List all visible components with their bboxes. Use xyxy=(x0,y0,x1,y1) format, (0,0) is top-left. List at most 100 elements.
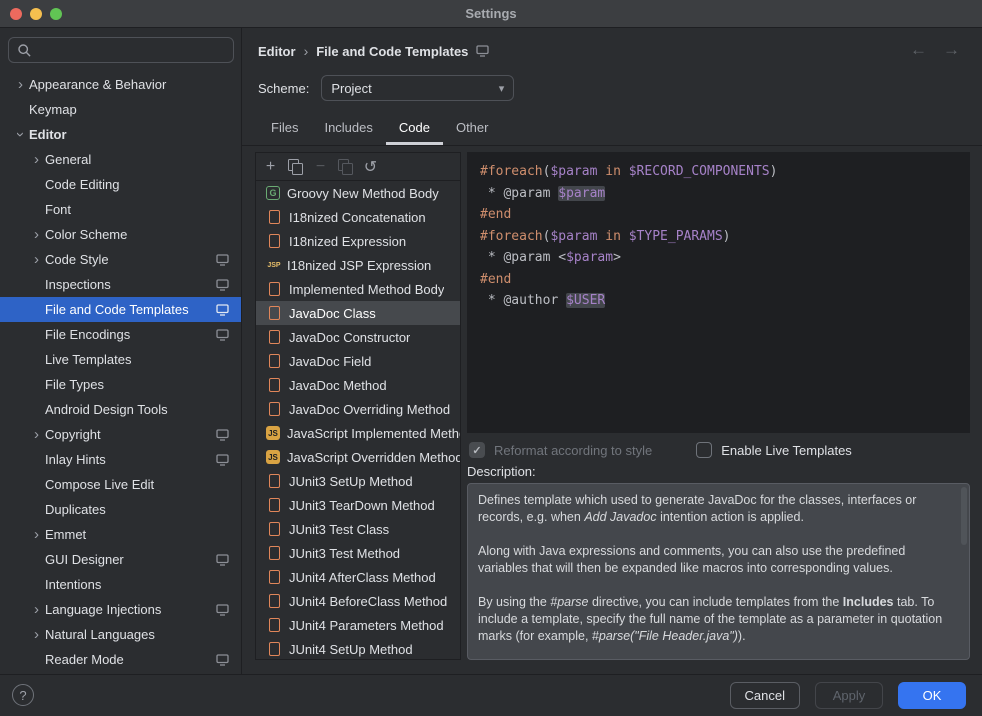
chevron-right-icon[interactable]: › xyxy=(28,602,45,617)
template-item-junit4-setup-method[interactable]: JUnit4 SetUp Method xyxy=(256,637,460,660)
tab-code[interactable]: Code xyxy=(386,112,443,145)
description-box[interactable]: Defines template which used to generate … xyxy=(467,483,970,660)
zoom-button[interactable] xyxy=(50,8,62,20)
sidebar-item-keymap[interactable]: Keymap xyxy=(0,97,241,122)
template-item-junit4-beforeclass-method[interactable]: JUnit4 BeforeClass Method xyxy=(256,589,460,613)
template-item-label: JavaScript Overridden Method xyxy=(287,450,460,465)
scrollbar-thumb[interactable] xyxy=(961,487,967,545)
template-editor[interactable]: #foreach($param in $RECORD_COMPONENTS) *… xyxy=(467,152,970,433)
reset-template-icon[interactable]: ↺ xyxy=(358,155,383,179)
template-item-junit3-setup-method[interactable]: JUnit3 SetUp Method xyxy=(256,469,460,493)
sidebar-item-label: Code Style xyxy=(45,252,109,267)
template-item-javadoc-overriding-method[interactable]: JavaDoc Overriding Method xyxy=(256,397,460,421)
template-item-label: I18nized JSP Expression xyxy=(287,258,431,273)
tab-includes[interactable]: Includes xyxy=(311,112,385,145)
template-item-javadoc-constructor[interactable]: JavaDoc Constructor xyxy=(256,325,460,349)
sidebar-item-file-and-code-templates[interactable]: File and Code Templates xyxy=(0,297,241,322)
sidebar-item-duplicates[interactable]: Duplicates xyxy=(0,497,241,522)
sidebar-item-emmet[interactable]: ›Emmet xyxy=(0,522,241,547)
sidebar-item-color-scheme[interactable]: ›Color Scheme xyxy=(0,222,241,247)
sidebar-item-natural-languages[interactable]: ›Natural Languages xyxy=(0,622,241,647)
template-item-groovy-new-method-body[interactable]: GGroovy New Method Body xyxy=(256,181,460,205)
sidebar-item-code-style[interactable]: ›Code Style xyxy=(0,247,241,272)
sidebar-item-compose-live-edit[interactable]: Compose Live Edit xyxy=(0,472,241,497)
js-file-icon: JS xyxy=(266,426,280,440)
close-button[interactable] xyxy=(10,8,22,20)
chevron-right-icon[interactable]: › xyxy=(28,627,45,642)
template-item-javadoc-field[interactable]: JavaDoc Field xyxy=(256,349,460,373)
breadcrumb-separator: › xyxy=(304,43,309,59)
breadcrumb-editor[interactable]: Editor xyxy=(258,44,296,59)
chevron-right-icon[interactable]: › xyxy=(28,527,45,542)
template-item-implemented-method-body[interactable]: Implemented Method Body xyxy=(256,277,460,301)
sidebar-item-inspections[interactable]: Inspections xyxy=(0,272,241,297)
template-item-junit3-test-class[interactable]: JUnit3 Test Class xyxy=(256,517,460,541)
reformat-label: Reformat according to style xyxy=(494,443,652,458)
back-button[interactable]: ← xyxy=(910,40,927,60)
scheme-row: Scheme: Project ▾ xyxy=(258,75,514,101)
template-item-label: JUnit4 Parameters Method xyxy=(289,618,444,633)
apply-button[interactable]: Apply xyxy=(815,682,883,709)
sidebar-item-copyright[interactable]: ›Copyright xyxy=(0,422,241,447)
cancel-button[interactable]: Cancel xyxy=(730,682,800,709)
sidebar-item-label: Android Design Tools xyxy=(45,402,168,417)
history-nav: ← → xyxy=(910,40,960,60)
ok-button[interactable]: OK xyxy=(898,682,966,709)
reformat-checkbox[interactable]: ✓ Reformat according to style xyxy=(469,442,652,458)
sidebar-item-label: Code Editing xyxy=(45,177,119,192)
enable-live-templates-checkbox[interactable]: Enable Live Templates xyxy=(696,442,852,458)
template-file-icon xyxy=(269,522,280,536)
template-item-javadoc-method[interactable]: JavaDoc Method xyxy=(256,373,460,397)
chevron-right-icon[interactable]: › xyxy=(28,152,45,167)
footer: ? Cancel Apply OK xyxy=(0,674,982,716)
main-panel: Editor › File and Code Templates ← → Sch… xyxy=(242,28,982,674)
sidebar-item-file-encodings[interactable]: File Encodings xyxy=(0,322,241,347)
chevron-right-icon[interactable]: › xyxy=(28,252,45,267)
forward-button[interactable]: → xyxy=(943,40,960,60)
screen-badge-icon xyxy=(216,304,229,316)
jsp-file-icon: JSP xyxy=(266,257,282,273)
sidebar-item-gui-designer[interactable]: GUI Designer xyxy=(0,547,241,572)
sidebar-item-live-templates[interactable]: Live Templates xyxy=(0,347,241,372)
sidebar-item-language-injections[interactable]: ›Language Injections xyxy=(0,597,241,622)
search-input[interactable] xyxy=(8,37,234,63)
sidebar-item-label: GUI Designer xyxy=(45,552,124,567)
template-item-i18nized-expression[interactable]: I18nized Expression xyxy=(256,229,460,253)
screen-badge-icon xyxy=(216,429,229,441)
template-item-i18nized-concatenation[interactable]: I18nized Concatenation xyxy=(256,205,460,229)
template-item-junit4-afterclass-method[interactable]: JUnit4 AfterClass Method xyxy=(256,565,460,589)
chevron-right-icon[interactable]: › xyxy=(28,227,45,242)
sidebar-item-appearance-behavior[interactable]: ›Appearance & Behavior xyxy=(0,72,241,97)
search-icon xyxy=(17,43,32,58)
template-item-junit3-test-method[interactable]: JUnit3 Test Method xyxy=(256,541,460,565)
template-item-javadoc-class[interactable]: JavaDoc Class xyxy=(256,301,460,325)
sidebar-item-code-editing[interactable]: Code Editing xyxy=(0,172,241,197)
sidebar-item-editor[interactable]: ›Editor xyxy=(0,122,241,147)
sidebar-item-font[interactable]: Font xyxy=(0,197,241,222)
create-child-template-icon[interactable] xyxy=(283,155,308,179)
template-item-label: JavaScript Implemented Method xyxy=(287,426,460,441)
chevron-right-icon[interactable]: › xyxy=(28,427,45,442)
sidebar-item-file-types[interactable]: File Types xyxy=(0,372,241,397)
sidebar-item-label: Compose Live Edit xyxy=(45,477,154,492)
chevron-down-icon[interactable]: › xyxy=(13,126,28,143)
sidebar-item-inlay-hints[interactable]: Inlay Hints xyxy=(0,447,241,472)
tab-files[interactable]: Files xyxy=(258,112,311,145)
sidebar-item-general[interactable]: ›General xyxy=(0,147,241,172)
sidebar-item-android-design-tools[interactable]: Android Design Tools xyxy=(0,397,241,422)
sidebar-item-reader-mode[interactable]: Reader Mode xyxy=(0,647,241,672)
template-item-i18nized-jsp-expression[interactable]: JSP I18nized JSP Expression xyxy=(256,253,460,277)
template-item-junit3-teardown-method[interactable]: JUnit3 TearDown Method xyxy=(256,493,460,517)
scheme-dropdown[interactable]: Project ▾ xyxy=(321,75,514,101)
template-item-junit4-parameters-method[interactable]: JUnit4 Parameters Method xyxy=(256,613,460,637)
help-button[interactable]: ? xyxy=(12,684,34,706)
code-line: #end xyxy=(480,204,957,226)
minimize-button[interactable] xyxy=(30,8,42,20)
sidebar-item-intentions[interactable]: Intentions xyxy=(0,572,241,597)
template-item-javascript-implemented-method[interactable]: JS JavaScript Implemented Method xyxy=(256,421,460,445)
template-item-javascript-overridden-method[interactable]: JSJavaScript Overridden Method xyxy=(256,445,460,469)
add-template-icon[interactable]: + xyxy=(258,155,283,179)
checkbox-unchecked-icon xyxy=(696,442,712,458)
chevron-right-icon[interactable]: › xyxy=(12,77,29,92)
tab-other[interactable]: Other xyxy=(443,112,502,145)
